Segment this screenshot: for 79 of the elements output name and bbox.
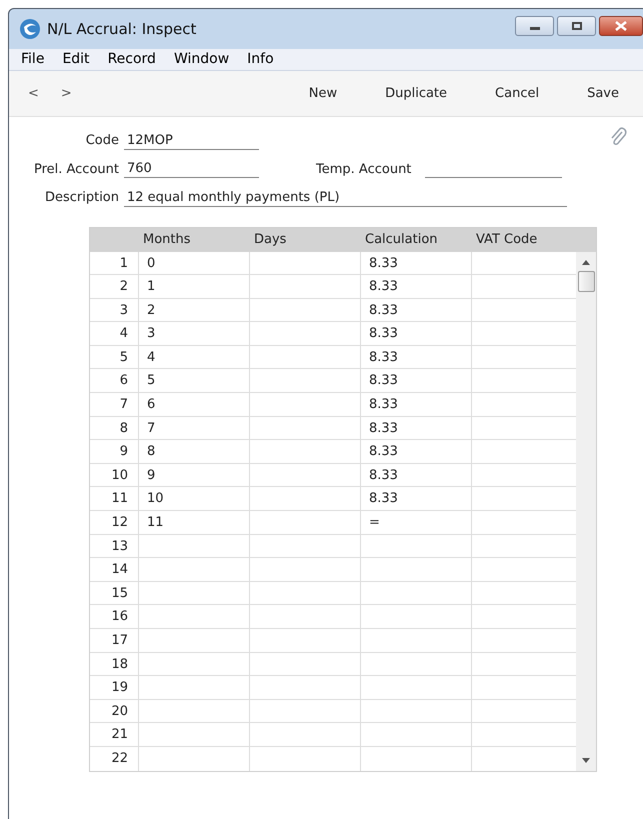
toolbar-button[interactable]: Cancel bbox=[475, 84, 560, 104]
scroll-up-icon[interactable] bbox=[582, 260, 590, 264]
menu-item[interactable]: Window bbox=[174, 49, 230, 70]
field-label: Prel. Account bbox=[32, 160, 120, 178]
row-number: 2 bbox=[90, 275, 139, 298]
toolbar-button[interactable]: Save bbox=[567, 84, 639, 104]
row-number: 3 bbox=[90, 298, 139, 322]
table-cell[interactable]: = bbox=[369, 515, 380, 530]
table-cell[interactable]: 3 bbox=[147, 326, 156, 342]
input-field[interactable]: 760 bbox=[124, 160, 259, 178]
minimize-button[interactable] bbox=[515, 16, 554, 36]
scroll-down-icon[interactable] bbox=[582, 758, 590, 763]
row-number: 1 bbox=[90, 252, 139, 274]
row-number: 11 bbox=[90, 487, 139, 510]
row-number: 9 bbox=[90, 440, 139, 463]
window-title: N/L Accrual: Inspect bbox=[47, 18, 196, 40]
table-cell[interactable]: 2 bbox=[147, 302, 156, 318]
row-number: 21 bbox=[90, 723, 139, 746]
table-cell[interactable]: 8.33 bbox=[369, 444, 398, 460]
table-cell[interactable]: 6 bbox=[147, 397, 156, 412]
row-number: 22 bbox=[90, 746, 139, 771]
scrollbar[interactable] bbox=[576, 252, 596, 771]
table-cell[interactable]: 8.33 bbox=[369, 420, 398, 436]
table-cell[interactable]: 0 bbox=[147, 256, 156, 270]
close-icon bbox=[615, 21, 627, 31]
table-cell[interactable]: 11 bbox=[147, 515, 164, 530]
row-number: 20 bbox=[90, 700, 139, 722]
table-cell[interactable]: 8 bbox=[147, 444, 156, 460]
row-number: 4 bbox=[90, 322, 139, 345]
table-cell[interactable]: 4 bbox=[147, 350, 156, 365]
field-label: Code bbox=[84, 132, 120, 150]
table-cell[interactable]: 8.33 bbox=[369, 491, 398, 506]
table-cell[interactable]: 8.33 bbox=[369, 373, 398, 388]
menu-item[interactable]: Edit bbox=[62, 49, 90, 70]
table-cell[interactable]: 7 bbox=[147, 420, 156, 436]
row-number: 17 bbox=[90, 629, 139, 652]
row-number: 14 bbox=[90, 558, 139, 581]
column-header[interactable]: Days bbox=[250, 230, 361, 250]
table-cell[interactable]: 8.33 bbox=[369, 397, 398, 412]
field-label: Temp. Account bbox=[316, 160, 412, 178]
menu-item[interactable]: Record bbox=[108, 49, 156, 70]
paperclip-icon bbox=[609, 127, 627, 147]
row-number: 8 bbox=[90, 416, 139, 440]
row-number: 12 bbox=[90, 511, 139, 534]
row-number: 18 bbox=[90, 652, 139, 676]
column-header[interactable]: Months bbox=[139, 230, 250, 250]
table-cell[interactable]: 8.33 bbox=[369, 350, 398, 365]
row-number: 7 bbox=[90, 393, 139, 416]
maximize-button[interactable] bbox=[557, 16, 596, 36]
table-cell[interactable]: 10 bbox=[147, 491, 164, 506]
row-number: 15 bbox=[90, 582, 139, 604]
table-cell[interactable]: 9 bbox=[147, 468, 156, 483]
table-cell[interactable]: 5 bbox=[147, 373, 156, 388]
menu-item[interactable]: File bbox=[21, 49, 44, 70]
row-number: 5 bbox=[90, 346, 139, 368]
table-cell[interactable]: 8.33 bbox=[369, 256, 398, 270]
column-header[interactable]: VAT Code bbox=[472, 230, 583, 250]
field-label: Description bbox=[44, 189, 120, 207]
table-cell[interactable]: 8.33 bbox=[369, 468, 398, 483]
row-number: 10 bbox=[90, 464, 139, 486]
toolbar-button[interactable]: Duplicate bbox=[365, 84, 468, 104]
next-button[interactable]: > bbox=[60, 84, 72, 104]
previous-button[interactable]: < bbox=[28, 84, 39, 104]
toolbar-button[interactable]: New bbox=[288, 84, 358, 104]
table-cell[interactable]: 8.33 bbox=[369, 302, 398, 318]
close-button[interactable] bbox=[599, 16, 643, 36]
input-field[interactable]: 12MOP bbox=[124, 132, 259, 150]
table-cell[interactable]: 8.33 bbox=[369, 279, 398, 294]
table-cell[interactable]: 8.33 bbox=[369, 326, 398, 342]
row-number: 13 bbox=[90, 534, 139, 558]
column-header[interactable]: Calculation bbox=[361, 230, 472, 250]
row-number: 19 bbox=[90, 676, 139, 699]
app-logo-icon bbox=[19, 18, 41, 40]
row-number: 16 bbox=[90, 605, 139, 628]
menu-item[interactable]: Info bbox=[247, 49, 274, 70]
row-number: 6 bbox=[90, 369, 139, 392]
table-cell[interactable]: 1 bbox=[147, 279, 156, 294]
input-field[interactable]: 12 equal monthly payments (PL) bbox=[124, 188, 567, 207]
scroll-thumb[interactable] bbox=[578, 270, 594, 292]
